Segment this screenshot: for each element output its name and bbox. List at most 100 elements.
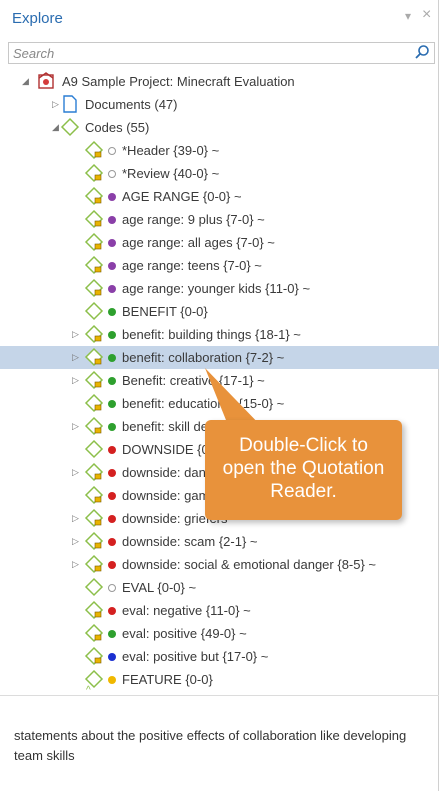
- doc-node[interactable]: ▷ Documents (47): [0, 93, 439, 116]
- expand-arrow-icon[interactable]: ▷: [72, 536, 82, 546]
- code-item[interactable]: ▷ downside: social & emotional danger {8-…: [0, 553, 439, 576]
- pin-dropdown-icon[interactable]: ▾: [405, 9, 411, 23]
- search-input[interactable]: [13, 44, 393, 62]
- code-color-dot: [108, 538, 116, 546]
- tree-item-label: AGE RANGE {0-0} ~: [122, 189, 242, 204]
- code-color-dot: [108, 354, 116, 362]
- tree-item-label: BENEFIT {0-0}: [122, 304, 208, 319]
- code-tag-icon: [84, 439, 104, 459]
- code-tag-icon: [84, 416, 104, 436]
- expand-arrow-icon[interactable]: ▷: [72, 421, 82, 431]
- code-tag-icon: [84, 623, 104, 643]
- code-item[interactable]: eval: negative {11-0} ~: [0, 599, 439, 622]
- code-tag-icon: [84, 232, 104, 252]
- tree-item-label: eval: positive {49-0} ~: [122, 626, 247, 641]
- expand-arrow-icon[interactable]: ▷: [72, 513, 82, 523]
- code-color-dot: [108, 377, 116, 385]
- code-color-dot: [108, 239, 116, 247]
- tree-item-label: age range: 9 plus {7-0} ~: [122, 212, 265, 227]
- code-item[interactable]: benefit: educational {15-0} ~: [0, 392, 439, 415]
- code-item[interactable]: ▷ benefit: collaboration {7-2} ~: [0, 346, 439, 369]
- code-item[interactable]: age range: all ages {7-0} ~: [0, 231, 439, 254]
- panel-header: Explore ▾ ×: [0, 0, 439, 36]
- code-color-dot: [108, 216, 116, 224]
- tree-item-label: A9 Sample Project: Minecraft Evaluation: [62, 74, 295, 89]
- code-item[interactable]: age range: 9 plus {7-0} ~: [0, 208, 439, 231]
- code-item[interactable]: ▷ downside: scam {2-1} ~: [0, 530, 439, 553]
- code-item[interactable]: eval: positive {49-0} ~: [0, 622, 439, 645]
- code-comment: statements about the positive effects of…: [14, 728, 407, 763]
- code-tag-icon: [84, 278, 104, 298]
- code-color-dot: [108, 469, 116, 477]
- code-color-dot: [108, 423, 116, 431]
- tree-item-label: benefit: educational {15-0} ~: [122, 396, 285, 411]
- code-color-dot: [108, 262, 116, 270]
- code-tag-icon: [84, 462, 104, 482]
- code-item[interactable]: *Review {40-0} ~: [0, 162, 439, 185]
- code-color-dot: [108, 561, 116, 569]
- code-color-dot: [108, 584, 116, 592]
- close-icon[interactable]: ×: [422, 6, 431, 24]
- tree-item-label: FEATURE {0-0}: [122, 672, 213, 687]
- code-color-dot: [108, 193, 116, 201]
- code-item[interactable]: FEATURE {0-0}: [0, 668, 439, 691]
- code-item[interactable]: age range: teens {7-0} ~: [0, 254, 439, 277]
- code-tag-icon: [84, 531, 104, 551]
- code-tag-icon: [84, 370, 104, 390]
- code-tag-icon: [84, 577, 104, 597]
- callout-line-3: Reader.: [270, 481, 337, 502]
- explore-panel: Explore ▾ × ◢ A9 Sample Project: Minecraf…: [0, 0, 439, 791]
- code-color-dot: [108, 308, 116, 316]
- expand-arrow-icon[interactable]: ▷: [72, 467, 82, 477]
- code-item[interactable]: age range: younger kids {11-0} ~: [0, 277, 439, 300]
- expand-arrow-icon[interactable]: ▷: [72, 375, 82, 385]
- code-item[interactable]: AGE RANGE {0-0} ~: [0, 185, 439, 208]
- callout-line-1: Double-Click to: [239, 435, 368, 456]
- code-color-dot: [108, 170, 116, 178]
- code-color-dot: [108, 147, 116, 155]
- collapse-arrow-icon[interactable]: ◢: [22, 76, 32, 86]
- code-item[interactable]: ▷ benefit: building things {18-1} ~: [0, 323, 439, 346]
- code-tag-icon: [84, 301, 104, 321]
- project-node[interactable]: ◢ A9 Sample Project: Minecraft Evaluation: [0, 70, 439, 93]
- code-tag-icon: [84, 554, 104, 574]
- tree-item-label: Codes (55): [85, 120, 150, 135]
- code-tag-icon: [84, 163, 104, 183]
- code-tree: ◢ A9 Sample Project: Minecraft Evaluation…: [0, 66, 439, 692]
- code-color-dot: [108, 446, 116, 454]
- code-item[interactable]: eval: positive but {17-0} ~: [0, 645, 439, 668]
- search-icon[interactable]: [414, 44, 430, 60]
- code-tag-icon: [84, 347, 104, 367]
- code-tag-icon: [84, 324, 104, 344]
- tree-item-label: downside: scam {2-1} ~: [122, 534, 258, 549]
- code-tag-icon: [84, 485, 104, 505]
- expand-arrow-icon[interactable]: ▷: [72, 352, 82, 362]
- code-item[interactable]: ◢ Codes (55): [0, 116, 439, 139]
- search-box[interactable]: [8, 42, 435, 64]
- tree-item-label: benefit: building things {18-1} ~: [122, 327, 301, 342]
- code-tag-icon: [84, 209, 104, 229]
- code-tag-icon: [84, 255, 104, 275]
- code-item[interactable]: BENEFIT {0-0}: [0, 300, 439, 323]
- tree-item-label: age range: all ages {7-0} ~: [122, 235, 275, 250]
- tree-item-label: age range: teens {7-0} ~: [122, 258, 262, 273]
- tree-item-label: downside: social & emotional danger {8-5…: [122, 557, 377, 572]
- expand-arrow-icon[interactable]: ▷: [72, 329, 82, 339]
- tree-item-label: eval: positive but {17-0} ~: [122, 649, 269, 664]
- code-color-dot: [108, 492, 116, 500]
- code-tag-icon: [84, 186, 104, 206]
- code-tag-icon: [84, 140, 104, 160]
- tree-item-label: EVAL {0-0} ~: [122, 580, 197, 595]
- code-color-dot: [108, 630, 116, 638]
- code-item[interactable]: ▷ Benefit: creative {17-1} ~: [0, 369, 439, 392]
- panel-title: Explore: [12, 10, 63, 27]
- tree-item-label: eval: negative {11-0} ~: [122, 603, 251, 618]
- code-color-dot: [108, 515, 116, 523]
- tree-item-label: benefit: collaboration {7-2} ~: [122, 350, 285, 365]
- callout-line-2: open the Quotation: [222, 458, 385, 479]
- code-item[interactable]: *Header {39-0} ~: [0, 139, 439, 162]
- code-item[interactable]: EVAL {0-0} ~: [0, 576, 439, 599]
- tree-item-label: *Review {40-0} ~: [122, 166, 220, 181]
- expand-arrow-icon[interactable]: ▷: [72, 559, 82, 569]
- tooltip-callout: Double-Click to open the Quotation Reade…: [205, 420, 402, 520]
